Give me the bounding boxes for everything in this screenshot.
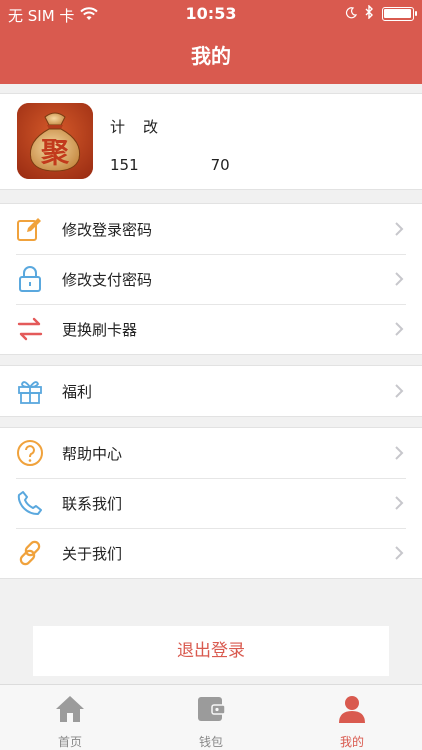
menu-item-label: 帮助中心 <box>62 445 123 463</box>
support-group: 帮助中心 联系我们 关于我们 <box>0 427 422 579</box>
chevron-right-icon <box>395 546 404 560</box>
menu-item-replace-card-reader[interactable]: 更换刷卡器 <box>0 304 422 354</box>
menu-item-about-us[interactable]: 关于我们 <box>0 528 422 578</box>
menu-item-help-center[interactable]: 帮助中心 <box>0 428 422 478</box>
tab-label: 我的 <box>339 735 364 749</box>
logout-button[interactable]: 退出登录 <box>33 626 389 676</box>
chevron-right-icon <box>395 322 404 336</box>
avatar: 聚 <box>17 103 93 179</box>
edit-icon <box>17 218 41 241</box>
bluetooth-icon <box>365 4 374 23</box>
menu-item-label: 关于我们 <box>62 545 123 563</box>
tab-home[interactable]: 首页 <box>0 685 140 750</box>
chevron-right-icon <box>395 384 404 398</box>
status-bar: 无 SIM 卡 10:53 <box>0 0 422 28</box>
chevron-right-icon <box>395 272 404 286</box>
menu-item-label: 联系我们 <box>62 495 123 513</box>
profile-name: 计改 <box>110 116 158 137</box>
home-icon <box>56 696 84 722</box>
name-last: 改 <box>143 118 159 136</box>
status-right <box>345 4 417 23</box>
user-icon <box>339 696 365 723</box>
tab-bar: 首页 钱包 我的 <box>0 684 422 750</box>
gift-icon <box>18 381 42 404</box>
menu-item-change-login-password[interactable]: 修改登录密码 <box>0 204 422 254</box>
menu-item-label: 福利 <box>62 383 93 401</box>
page-title: 我的 <box>191 44 231 68</box>
tab-label: 钱包 <box>198 735 223 749</box>
profile-card[interactable]: 聚 计改 151 70 <box>0 93 422 260</box>
menu-item-label: 修改登录密码 <box>62 221 153 239</box>
chevron-right-icon <box>395 496 404 510</box>
lock-icon <box>19 266 41 292</box>
swap-icon <box>17 317 43 341</box>
avatar-char: 聚 <box>40 136 69 169</box>
wallet-icon <box>198 697 226 721</box>
battery-level <box>384 9 411 18</box>
top-bar: 无 SIM 卡 10:53 我的 <box>0 0 422 84</box>
chevron-right-icon <box>395 222 404 236</box>
phone-suffix: 70 <box>210 156 230 174</box>
tab-profile[interactable]: 我的 <box>282 685 422 750</box>
menu-item-contact-us[interactable]: 联系我们 <box>0 478 422 528</box>
menu-item-change-payment-password[interactable]: 修改支付密码 <box>0 254 422 304</box>
tab-label: 首页 <box>57 735 82 749</box>
moon-icon <box>345 5 358 23</box>
name-first: 计 <box>110 118 126 136</box>
benefits-group: 福利 <box>0 365 422 417</box>
battery-icon <box>382 7 417 21</box>
menu-item-label: 修改支付密码 <box>62 271 153 289</box>
help-icon <box>17 440 43 466</box>
menu-item-benefits[interactable]: 福利 <box>0 366 422 416</box>
tab-wallet[interactable]: 钱包 <box>141 685 281 750</box>
link-icon <box>19 540 41 566</box>
menu-item-label: 更换刷卡器 <box>62 321 138 339</box>
phone-prefix: 151 <box>110 156 139 174</box>
account-settings-group: 修改登录密码 修改支付密码 更换刷卡器 <box>0 203 422 355</box>
profile-phone: 151 70 <box>110 156 230 174</box>
phone-icon <box>17 491 42 515</box>
chevron-right-icon <box>395 446 404 460</box>
